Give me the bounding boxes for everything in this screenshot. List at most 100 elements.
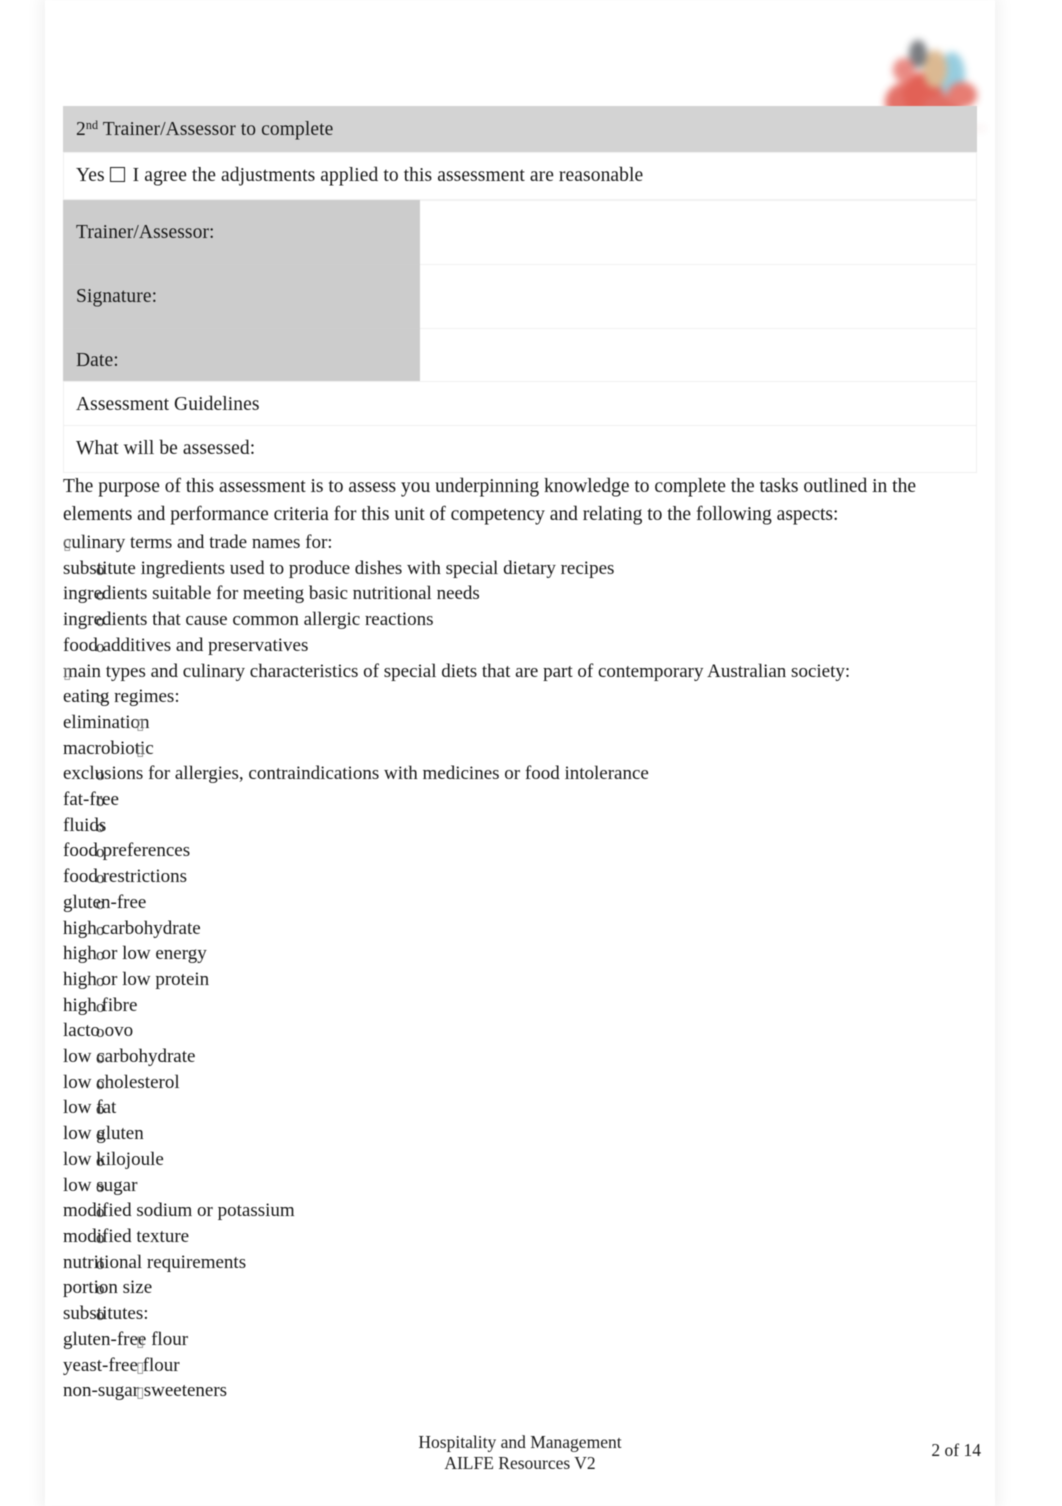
list-bullet-box-icon: [63, 532, 71, 558]
list-bullet-o-icon: o: [96, 611, 105, 631]
trainer-assessor-label-cell: Trainer/Assessor:: [63, 200, 420, 265]
signature-label: Signature:: [76, 285, 158, 307]
footer-page-number: 2 of 14: [931, 1440, 981, 1460]
list-bullet-box-icon: [136, 1380, 144, 1406]
list-item-label: high carbohydrate: [63, 917, 201, 939]
list-item-label: low cholesterol: [63, 1071, 180, 1093]
yes-label: Yes: [76, 165, 105, 186]
page-content: 2nd Trainer/Assessor to complete Yes I a…: [45, 0, 995, 1506]
date-value: [420, 351, 976, 371]
list-item: o modified sodium or potassium: [63, 1198, 977, 1224]
assessment-body: The purpose of this assessment is to ass…: [63, 473, 977, 1404]
list-item-label: gluten-free flour: [63, 1328, 189, 1350]
list-item: o nutritional requirements: [63, 1250, 977, 1276]
document-page: 2nd Trainer/Assessor to complete Yes I a…: [45, 0, 995, 1506]
list-bullet-o-icon: o: [96, 1099, 105, 1119]
table-row: Yes I agree the adjustments applied to t…: [63, 152, 977, 200]
list-bullet-o-icon: o: [96, 1022, 105, 1042]
list-bullet-box-icon: [136, 712, 144, 738]
list-item-label: eating regimes:: [63, 686, 180, 708]
list-item: macrobiotic: [63, 736, 977, 762]
list-bullet-box-icon: [63, 661, 71, 687]
agreement-checkbox[interactable]: [109, 167, 125, 182]
list-item: o high or low protein: [63, 967, 977, 993]
list-bullet-o-icon: o: [96, 996, 105, 1016]
list-bullet-o-icon: o: [96, 1305, 105, 1325]
list-item-label: low carbohydrate: [63, 1046, 196, 1068]
guidelines-heading: Assessment Guidelines: [76, 394, 260, 415]
list-item-label: high or low protein: [63, 968, 210, 990]
list-item: o exclusions for allergies, contraindicat…: [63, 761, 977, 787]
footer-line-2: AILFE Resources V2: [444, 1453, 596, 1473]
list-item-label: gluten-free: [63, 891, 147, 913]
list-item-label: low fat: [63, 1097, 117, 1119]
list-item: o high or low energy: [63, 941, 977, 967]
list-bullet-o-icon: o: [96, 559, 105, 579]
section-header-table: 2nd Trainer/Assessor to complete: [63, 106, 977, 154]
list-item-label: fat-free: [63, 789, 119, 811]
list-item-label: high or low energy: [63, 943, 207, 965]
list-bullet-o-icon: o: [96, 791, 105, 811]
signature-value-cell[interactable]: [419, 264, 977, 329]
list-item: o low kilojoule: [63, 1147, 977, 1173]
list-item: o food additives and preservatives: [63, 633, 977, 659]
list-item: o lacto ovo: [63, 1018, 977, 1044]
table-row: Trainer/Assessor:: [63, 200, 977, 265]
list-item: o low carbohydrate: [63, 1044, 977, 1070]
list-bullet-o-icon: o: [96, 636, 105, 656]
list-item-label: culinary terms and trade names for:: [63, 532, 333, 553]
list-bullet-o-icon: o: [96, 1202, 105, 1222]
trainer-assessor-value-cell[interactable]: [419, 200, 977, 265]
list-bullet-box-icon: [136, 1329, 144, 1355]
guidelines-table: Assessment Guidelines: [63, 381, 977, 429]
list-item-label: main types and culinary characteristics …: [63, 660, 851, 682]
agreement-statement: I agree the adjustments applied to this …: [132, 165, 644, 186]
list-bullet-o-icon: o: [96, 1125, 105, 1145]
what-assessed-heading: What will be assessed:: [76, 438, 256, 459]
list-item-label: low kilojoule: [63, 1148, 164, 1170]
list-item-label: food restrictions: [63, 866, 188, 888]
section-header-text: 2nd Trainer/Assessor to complete: [64, 107, 976, 153]
list-item: o low cholesterol: [63, 1070, 977, 1096]
list-item-label: substitute ingredients used to produce d…: [63, 557, 615, 579]
agreement-cell: Yes I agree the adjustments applied to t…: [63, 152, 977, 200]
intro-paragraph: The purpose of this assessment is to ass…: [63, 476, 916, 525]
signature-table: Trainer/Assessor: Signature: Date:: [63, 200, 977, 393]
list-item-label: substitutes:: [63, 1303, 149, 1325]
list-item-label: portion size: [63, 1277, 153, 1299]
list-bullet-o-icon: o: [96, 1150, 105, 1170]
header-ordinal-suffix: nd: [85, 118, 99, 133]
list-item-label: yeast-free flour: [63, 1354, 180, 1376]
table-row: Signature:: [63, 264, 977, 329]
section-header-cell: 2nd Trainer/Assessor to complete: [63, 106, 977, 154]
what-assessed-cell: What will be assessed:: [63, 425, 977, 473]
list-item-label: nutritional requirements: [63, 1251, 247, 1273]
list-bullet-o-icon: o: [96, 919, 105, 939]
list-bullet-o-icon: o: [96, 1073, 105, 1093]
list-item: o low sugar: [63, 1173, 977, 1199]
signature-label-cell: Signature:: [63, 264, 420, 329]
list-bullet-o-icon: o: [96, 1176, 105, 1196]
list-bullet-o-icon: o: [96, 842, 105, 862]
list-item: non-sugar sweeteners: [63, 1378, 977, 1404]
table-row: 2nd Trainer/Assessor to complete: [63, 106, 977, 154]
list-bullet-o-icon: o: [96, 970, 105, 990]
list-item: o low gluten: [63, 1121, 977, 1147]
list-item: o food preferences: [63, 838, 977, 864]
list-item: o fat-free: [63, 787, 977, 813]
list-bullet-o-icon: o: [96, 765, 105, 785]
list-item: o fluids: [63, 813, 977, 839]
list-item: o food restrictions: [63, 864, 977, 890]
what-assessed-table: What will be assessed:: [63, 425, 977, 473]
list-item: o eating regimes:: [63, 684, 977, 710]
logo-shape: [893, 58, 915, 82]
trainer-assessor-value: [420, 223, 976, 243]
list-bullet-o-icon: o: [96, 945, 105, 965]
table-row: What will be assessed:: [63, 425, 977, 473]
list-item: o ingredients suitable for meeting basic …: [63, 581, 977, 607]
list-item: o substitutes:: [63, 1301, 977, 1327]
list-bullet-o-icon: o: [96, 1279, 105, 1299]
list-item-label: modified texture: [63, 1225, 190, 1247]
list-item-label: ingredients suitable for meeting basic n…: [63, 583, 480, 605]
list-item-label: non-sugar sweeteners: [63, 1380, 228, 1402]
